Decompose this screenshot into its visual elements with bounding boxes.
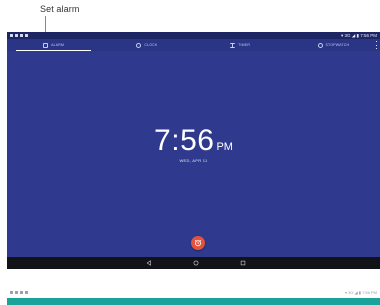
preview-status-right: ▾ 3G ◢ ▮ 7:56 PM [345,290,377,295]
clock-date: WED, APR 11 [179,158,208,163]
clock-time: 7:56 [154,124,215,157]
preview-app-bar [7,298,380,305]
add-alarm-button[interactable] [191,236,205,250]
clock-app-screen: ▾ 3G ◢ ▮ 7:56 PM ALARM CLOCK TIMER STOPW… [7,32,380,269]
tab-alarm[interactable]: ALARM [7,39,100,51]
notification-icon [10,291,13,294]
hourglass-icon [230,42,236,48]
annotation-label: Set alarm [40,4,80,14]
tab-timer[interactable]: TIMER [194,39,287,51]
notification-icons [10,33,28,37]
recents-icon[interactable] [240,260,246,266]
next-screen-preview: ▾ 3G ◢ ▮ 7:56 PM [7,290,380,305]
clock-ampm: PM [216,141,233,153]
notification-icon [20,33,23,37]
tab-stopwatch-label: STOPWATCH [325,43,350,47]
notification-icon [10,33,13,37]
tab-stopwatch[interactable]: STOPWATCH [287,39,380,51]
notification-icon [20,291,23,294]
tab-timer-label: TIMER [238,43,251,47]
home-icon[interactable] [193,260,199,266]
preview-status-bar: ▾ 3G ◢ ▮ 7:56 PM [7,290,380,296]
status-right: ▾ 3G ◢ ▮ 7:56 PM [341,33,377,38]
add-alarm-icon [194,239,202,247]
tab-alarm-label: ALARM [51,43,65,47]
overflow-menu-icon[interactable] [375,41,378,49]
notification-icon [25,291,28,294]
stopwatch-icon [317,42,323,48]
clock-icon [136,42,142,48]
status-bar: ▾ 3G ◢ ▮ 7:56 PM [7,32,380,39]
clock-display: 7:56 PM [7,124,380,158]
tab-clock-label: CLOCK [144,43,158,47]
tab-clock[interactable]: CLOCK [100,39,193,51]
notification-icon [25,33,28,37]
notification-icon [15,291,18,294]
preview-notification-icons [10,291,28,294]
notification-icon [15,33,18,37]
back-icon[interactable] [146,260,152,266]
alarm-icon [43,42,49,48]
tab-bar: ALARM CLOCK TIMER STOPWATCH [7,39,380,51]
navigation-bar [7,257,380,269]
